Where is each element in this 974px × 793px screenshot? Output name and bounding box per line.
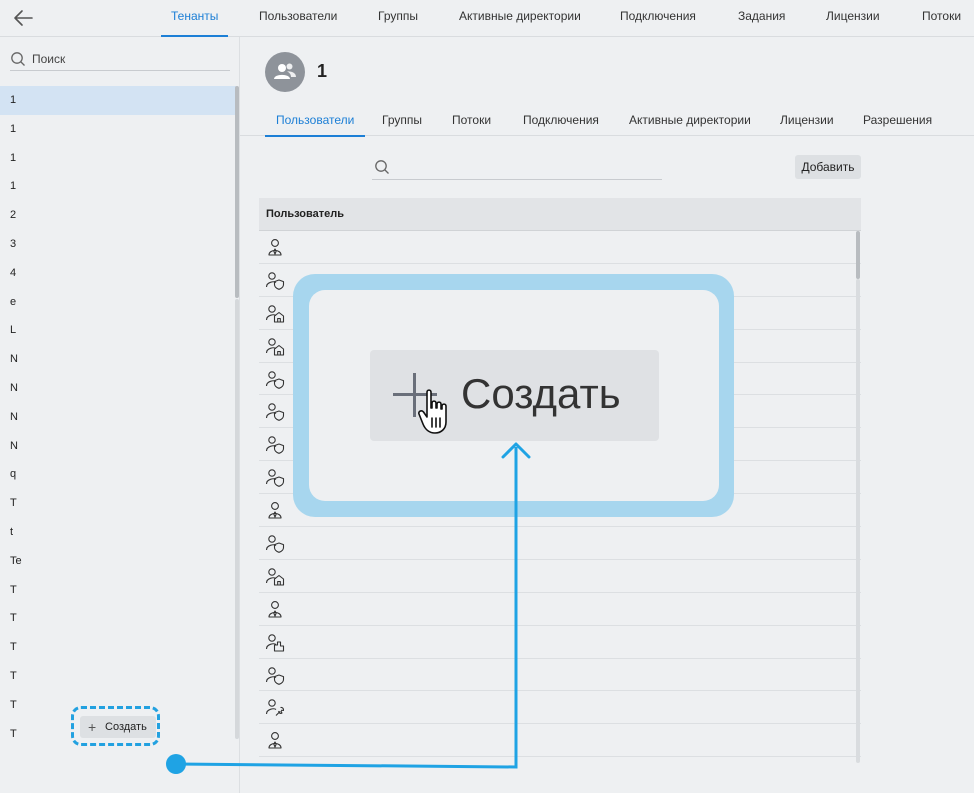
tenant-list: 1 1 1 1 2 3 4 e L N N N Nq Tt Te T T T T T T	[0, 86, 236, 748]
user-tie-icon	[268, 502, 282, 519]
search-icon	[11, 52, 25, 66]
tab-groups[interactable]: Группы	[382, 108, 422, 136]
tab-connections[interactable]: Подключения	[523, 108, 599, 136]
sidebar-scrollbar-thumb[interactable]	[235, 86, 239, 298]
tenant-list-item[interactable]: T	[0, 489, 236, 518]
tab-permissions[interactable]: Разрешения	[863, 108, 932, 136]
tenant-list-item[interactable]: Te	[0, 547, 236, 576]
nav-tab-tasks[interactable]: Задания	[738, 0, 785, 37]
tenant-list-item[interactable]: N	[0, 374, 236, 403]
tenant-list-item[interactable]: 3	[0, 230, 236, 259]
tenant-list-item[interactable]: N	[0, 432, 236, 461]
user-shield-icon	[265, 436, 285, 455]
sidebar-search[interactable]	[10, 49, 230, 71]
users-group-icon	[274, 63, 296, 79]
tenant-list-item[interactable]: T	[0, 576, 236, 605]
tenant-list-item[interactable]: 2	[0, 201, 236, 230]
tab-licenses[interactable]: Лицензии	[780, 108, 834, 136]
user-home-icon	[265, 337, 285, 356]
table-row[interactable]	[259, 691, 861, 725]
table-row[interactable]	[259, 659, 861, 692]
tenant-list-item[interactable]: T	[0, 633, 236, 662]
hand-pointer-icon	[418, 389, 447, 434]
nav-tab-flows[interactable]: Потоки	[922, 0, 961, 37]
tab-flows[interactable]: Потоки	[452, 108, 491, 136]
top-nav: Тенанты Пользователи Группы Активные дир…	[0, 0, 974, 37]
tenant-list-item[interactable]: 1	[0, 86, 236, 115]
zoomed-create-label: Создать	[461, 370, 621, 417]
nav-tab-connections[interactable]: Подключения	[620, 0, 696, 37]
user-shield-icon	[265, 403, 285, 422]
sidebar-search-input[interactable]	[32, 49, 228, 69]
users-search[interactable]	[372, 156, 662, 180]
table-row[interactable]	[259, 231, 861, 264]
tenant-list-item[interactable]: 1	[0, 144, 236, 173]
tenant-avatar	[265, 52, 305, 92]
create-tenant-button[interactable]: + Создать	[80, 716, 156, 738]
table-row[interactable]	[259, 527, 861, 560]
user-shield-icon	[265, 666, 285, 685]
table-row[interactable]	[259, 626, 861, 659]
tenant-list-item[interactable]: N	[0, 403, 236, 432]
nav-tab-tenants[interactable]: Тенанты	[160, 0, 229, 37]
tenant-list-item[interactable]: T	[0, 604, 236, 633]
tenant-list-item[interactable]: T	[0, 662, 236, 691]
sidebar-scrollbar-track[interactable]	[235, 299, 239, 739]
user-tie-icon	[268, 600, 282, 618]
back-arrow-icon[interactable]	[12, 7, 36, 29]
table-row[interactable]	[259, 560, 861, 593]
plus-icon: +	[88, 719, 97, 735]
tenant-sidebar: 1111234eLNNNNqTtTeTTTTTT	[0, 37, 240, 793]
nav-tab-users[interactable]: Пользователи	[259, 0, 337, 37]
tenant-title: 1	[317, 61, 328, 81]
user-shield-icon	[265, 535, 285, 553]
nav-tab-licenses[interactable]: Лицензии	[826, 0, 880, 37]
tenant-list-item[interactable]: q	[0, 460, 236, 489]
table-scrollbar-track[interactable]	[856, 279, 860, 763]
tenant-list-item[interactable]: e	[0, 288, 236, 317]
tenant-list-item[interactable]: N	[0, 345, 236, 374]
create-button-label: Создать	[105, 721, 147, 733]
user-shield-icon	[265, 272, 285, 290]
user-building-icon	[265, 633, 285, 652]
column-header-user[interactable]: Пользователь	[259, 198, 861, 231]
user-home-icon	[265, 568, 285, 586]
user-shield-icon	[265, 370, 285, 389]
nav-tab-groups[interactable]: Группы	[378, 0, 418, 37]
user-home-icon	[265, 305, 285, 323]
tab-active-directories[interactable]: Активные директории	[629, 108, 751, 136]
tenant-list-item[interactable]: L	[0, 316, 236, 345]
user-shield-icon	[265, 469, 285, 488]
tenant-list-item[interactable]: 4	[0, 259, 236, 288]
tenant-list-item[interactable]: 1	[0, 115, 236, 144]
user-tie-icon	[268, 732, 282, 749]
add-button[interactable]: Добавить	[795, 155, 861, 179]
tab-users[interactable]: Пользователи	[264, 108, 366, 137]
user-wrench-icon	[265, 699, 285, 717]
nav-tab-active-directories[interactable]: Активные директории	[459, 0, 581, 37]
user-tie-icon	[268, 239, 282, 256]
users-search-input[interactable]	[396, 158, 658, 178]
table-row[interactable]	[259, 724, 861, 758]
search-icon	[375, 160, 389, 174]
tenant-list-item[interactable]: t	[0, 518, 236, 547]
tenant-list-item[interactable]: 1	[0, 172, 236, 201]
table-row[interactable]	[259, 593, 861, 626]
tenant-tabs: Пользователи Группы Потоки Подключения А…	[240, 108, 974, 137]
table-scrollbar-thumb[interactable]	[856, 231, 860, 279]
